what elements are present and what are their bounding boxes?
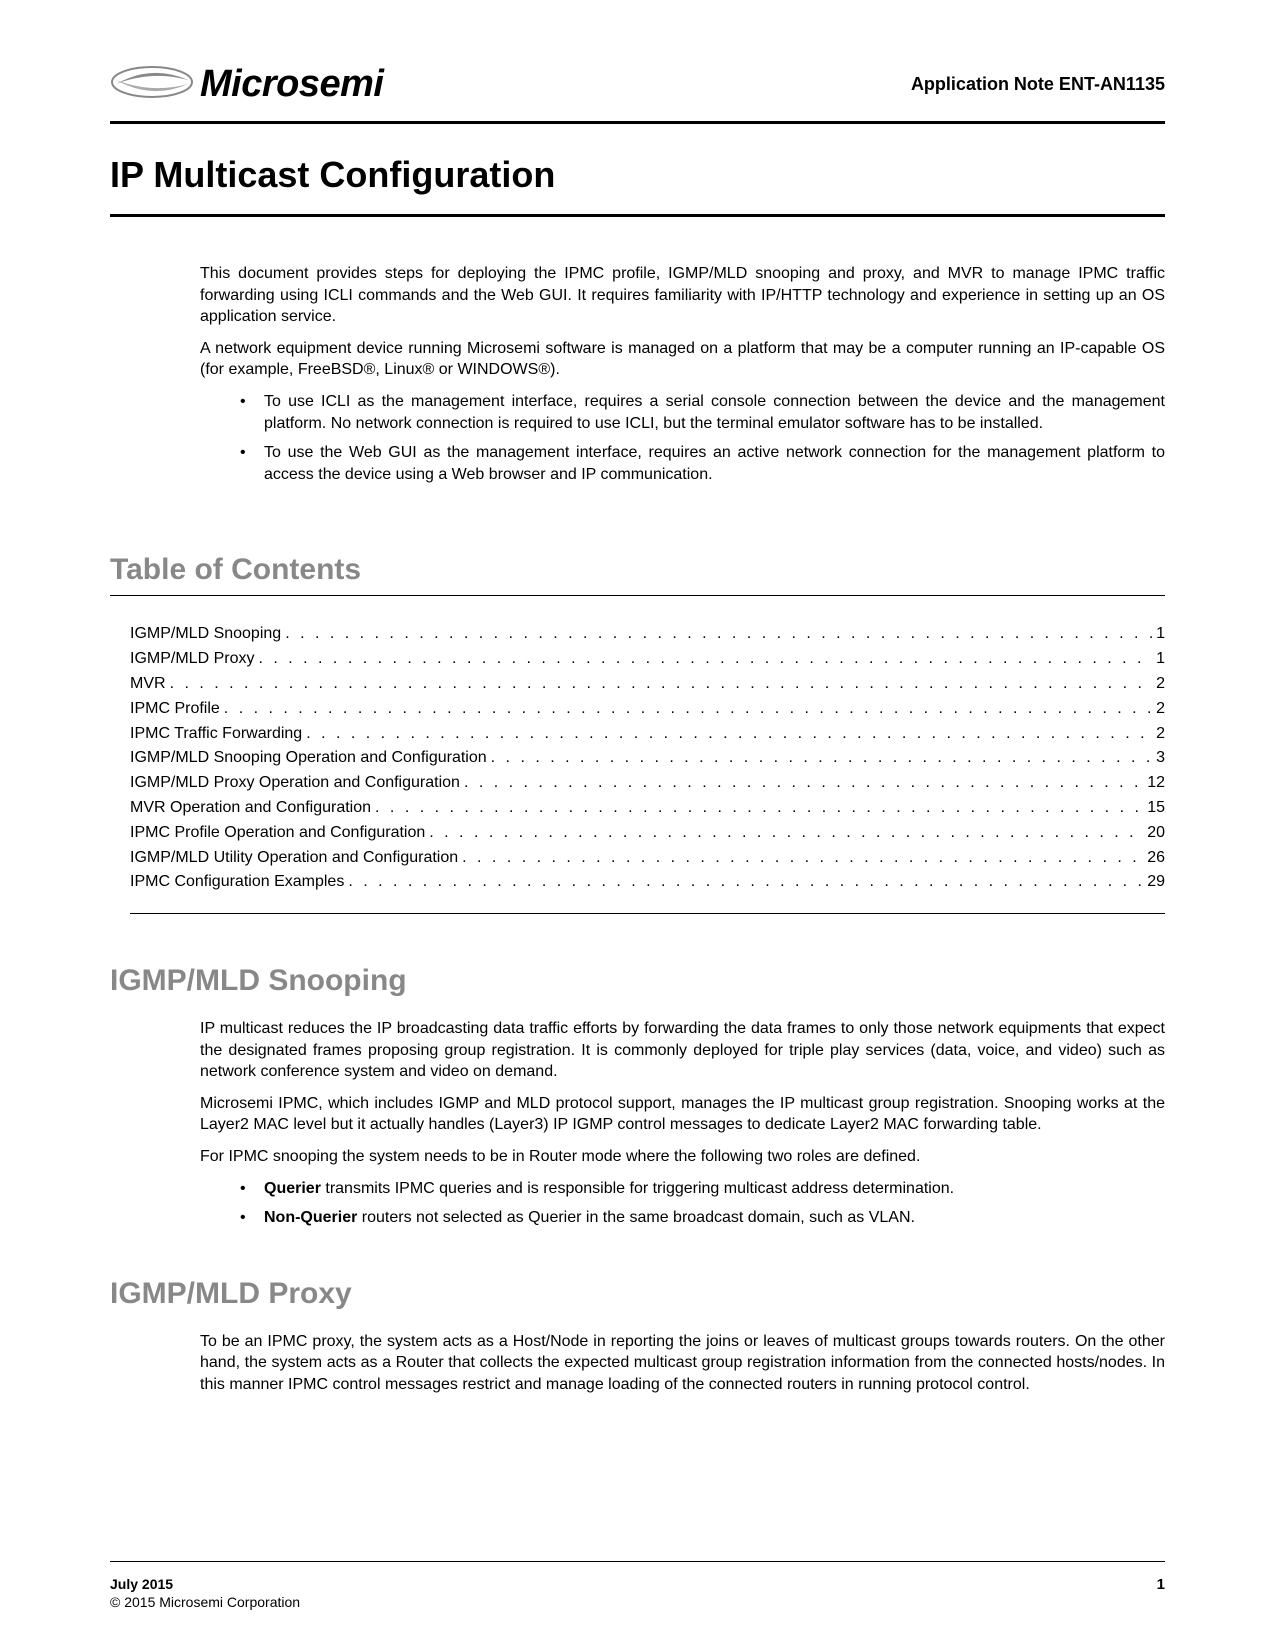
toc-item-page: 3 — [1156, 746, 1165, 771]
toc-item-title: IGMP/MLD Proxy — [130, 647, 254, 672]
intro-paragraph: This document provides steps for deployi… — [200, 263, 1165, 328]
toc-item-title: IGMP/MLD Snooping Operation and Configur… — [130, 746, 487, 771]
toc-item-page: 2 — [1156, 672, 1165, 697]
toc-item-title: MVR Operation and Configuration — [130, 796, 371, 821]
footer-date: July 2015 — [110, 1576, 300, 1592]
intro-bullet: To use ICLI as the management interface,… — [240, 391, 1165, 434]
toc-heading: Table of Contents — [110, 553, 1165, 596]
toc-item-title: IGMP/MLD Utility Operation and Configura… — [130, 846, 458, 871]
page-footer: July 2015 © 2015 Microsemi Corporation 1 — [110, 1561, 1165, 1610]
toc-item-title: IPMC Traffic Forwarding — [130, 722, 302, 747]
toc-dots — [224, 697, 1152, 722]
toc-item-title: IPMC Configuration Examples — [130, 870, 344, 895]
toc-dots — [462, 846, 1143, 871]
toc-item-page: 20 — [1147, 821, 1165, 846]
section-heading-proxy: IGMP/MLD Proxy — [110, 1277, 1165, 1311]
snooping-paragraph: For IPMC snooping the system needs to be… — [200, 1146, 1165, 1168]
toc-dots — [491, 746, 1152, 771]
toc-dots — [285, 622, 1152, 647]
toc-dots — [375, 796, 1143, 821]
toc-row: IGMP/MLD Snooping 1 — [130, 622, 1165, 647]
intro-bullet: To use the Web GUI as the management int… — [240, 442, 1165, 485]
snooping-bullets: Querier transmits IPMC queries and is re… — [240, 1178, 1165, 1229]
toc-item-page: 1 — [1156, 622, 1165, 647]
toc-row: IGMP/MLD Snooping Operation and Configur… — [130, 746, 1165, 771]
toc-item-page: 15 — [1147, 796, 1165, 821]
toc-row: IPMC Profile Operation and Configuration… — [130, 821, 1165, 846]
toc-item-title: IGMP/MLD Snooping — [130, 622, 281, 647]
toc-row: IGMP/MLD Proxy 1 — [130, 647, 1165, 672]
proxy-paragraph: To be an IPMC proxy, the system acts as … — [200, 1331, 1165, 1396]
toc-row: IPMC Traffic Forwarding 2 — [130, 722, 1165, 747]
toc-item-title: IGMP/MLD Proxy Operation and Configurati… — [130, 771, 460, 796]
toc-row: IPMC Configuration Examples 29 — [130, 870, 1165, 895]
snooping-bullet: Non-Querier routers not selected as Quer… — [240, 1207, 1165, 1229]
document-title: IP Multicast Configuration — [110, 154, 1165, 217]
toc-item-title: MVR — [130, 672, 166, 697]
intro-paragraph: A network equipment device running Micro… — [200, 338, 1165, 381]
querier-term: Querier — [264, 1180, 321, 1197]
toc-item-title: IPMC Profile Operation and Configuration — [130, 821, 425, 846]
footer-page-number: 1 — [1157, 1576, 1165, 1593]
toc-item-page: 1 — [1156, 647, 1165, 672]
toc-row: IPMC Profile 2 — [130, 697, 1165, 722]
nonquerier-term: Non-Querier — [264, 1209, 357, 1226]
toc-item-page: 2 — [1156, 697, 1165, 722]
toc-dots — [170, 672, 1153, 697]
toc-item-title: IPMC Profile — [130, 697, 220, 722]
footer-left: July 2015 © 2015 Microsemi Corporation — [110, 1576, 300, 1610]
brand-logo: Microsemi — [110, 60, 383, 109]
microsemi-swoosh-icon — [110, 60, 194, 109]
footer-copyright: © 2015 Microsemi Corporation — [110, 1594, 300, 1610]
snooping-paragraph: Microsemi IPMC, which includes IGMP and … — [200, 1093, 1165, 1136]
snooping-paragraph: IP multicast reduces the IP broadcasting… — [200, 1018, 1165, 1083]
toc-dots — [464, 771, 1143, 796]
page-header: Microsemi Application Note ENT-AN1135 — [110, 60, 1165, 124]
document-page: Microsemi Application Note ENT-AN1135 IP… — [0, 0, 1275, 1650]
intro-section: This document provides steps for deployi… — [200, 263, 1165, 493]
toc-dots — [348, 870, 1143, 895]
toc-dots — [258, 647, 1152, 672]
toc-dots — [306, 722, 1152, 747]
toc-dots — [429, 821, 1143, 846]
toc-row: IGMP/MLD Utility Operation and Configura… — [130, 846, 1165, 871]
toc-list: IGMP/MLD Snooping 1IGMP/MLD Proxy 1MVR 2… — [130, 622, 1165, 914]
toc-row: MVR 2 — [130, 672, 1165, 697]
toc-item-page: 26 — [1147, 846, 1165, 871]
toc-item-page: 29 — [1147, 870, 1165, 895]
snooping-section: IP multicast reduces the IP broadcasting… — [200, 1018, 1165, 1237]
toc-item-page: 12 — [1147, 771, 1165, 796]
querier-desc: transmits IPMC queries and is responsibl… — [321, 1180, 954, 1197]
brand-name: Microsemi — [200, 63, 383, 106]
proxy-section: To be an IPMC proxy, the system acts as … — [200, 1331, 1165, 1406]
section-heading-snooping: IGMP/MLD Snooping — [110, 964, 1165, 998]
toc-item-page: 2 — [1156, 722, 1165, 747]
toc-row: IGMP/MLD Proxy Operation and Configurati… — [130, 771, 1165, 796]
snooping-bullet: Querier transmits IPMC queries and is re… — [240, 1178, 1165, 1200]
application-note-label: Application Note ENT-AN1135 — [911, 74, 1165, 95]
nonquerier-desc: routers not selected as Querier in the s… — [357, 1209, 915, 1226]
intro-bullets: To use ICLI as the management interface,… — [240, 391, 1165, 485]
toc-row: MVR Operation and Configuration 15 — [130, 796, 1165, 821]
